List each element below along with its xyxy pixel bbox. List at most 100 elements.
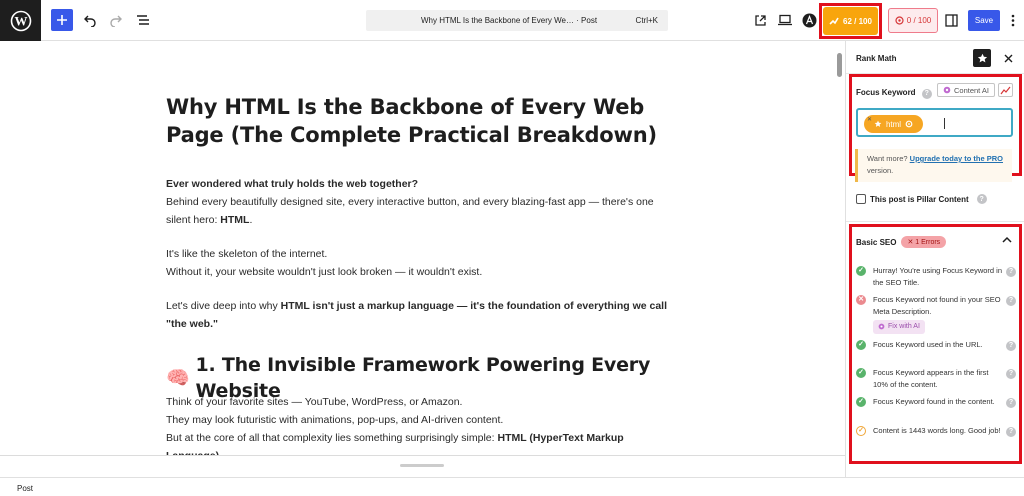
error-icon: ✕ xyxy=(856,295,866,305)
intro-bold: Ever wondered what truly holds the web t… xyxy=(166,178,419,190)
breadcrumb[interactable]: Post xyxy=(17,484,33,493)
fav-line-3: But at the core of all that complexity l… xyxy=(166,432,498,444)
notice-text: Want more? xyxy=(867,154,910,163)
desktop-icon xyxy=(778,14,792,26)
help-icon[interactable]: ? xyxy=(1006,296,1016,306)
paragraph-favorites[interactable]: Think of your favorite sites — YouTube, … xyxy=(166,393,676,455)
save-button[interactable]: Save xyxy=(968,10,1000,31)
content-ai-icon xyxy=(943,86,951,94)
fix-with-ai-label: Fix with AI xyxy=(888,323,920,330)
close-sidebar-button[interactable] xyxy=(1000,50,1016,66)
plus-icon xyxy=(57,15,67,25)
trend-chart-icon xyxy=(1000,86,1011,94)
seo-check-item: ✓ Content is 1443 words long. Good job! … xyxy=(856,425,1016,437)
remove-keyword-icon[interactable]: ✕ xyxy=(867,116,872,123)
preview-button[interactable] xyxy=(776,12,794,28)
document-overview-button[interactable] xyxy=(134,11,152,29)
skeleton-line-1: It's like the skeleton of the internet. xyxy=(166,248,328,260)
focus-keyword-label: Focus Keyword ? xyxy=(856,88,932,99)
keyword-text: html xyxy=(885,119,902,129)
upgrade-notice: Want more? Upgrade today to the PRO vers… xyxy=(855,149,1012,182)
paragraph-dive[interactable]: Let's dive deep into why HTML isn't just… xyxy=(166,297,676,333)
command-title: Why HTML Is the Backbone of Every We… · … xyxy=(421,16,598,25)
divider xyxy=(846,221,1024,222)
help-icon[interactable]: ? xyxy=(1006,341,1016,351)
redo-button[interactable] xyxy=(107,11,125,29)
focus-keyword-input[interactable]: ✕ html xyxy=(856,108,1013,137)
help-icon[interactable]: ? xyxy=(921,88,932,99)
editor-footer: Post xyxy=(0,477,1024,496)
chevron-up-icon[interactable] xyxy=(1001,234,1013,246)
add-block-button[interactable] xyxy=(51,9,73,31)
rankmath-sidebar: Rank Math Focus Keyword ? Content AI ✕ h… xyxy=(845,41,1024,477)
undo-icon xyxy=(84,15,96,27)
help-icon[interactable]: ? xyxy=(1006,398,1016,408)
content-ai-score-button[interactable]: 0 / 100 xyxy=(888,8,938,33)
editor-toolbar: W Why HTML Is the Backbone of Every We… … xyxy=(0,0,1024,41)
text-cursor xyxy=(944,118,945,129)
paragraph-skeleton[interactable]: It's like the skeleton of the internet. … xyxy=(166,245,676,281)
wordpress-logo-button[interactable]: W xyxy=(0,0,41,41)
upgrade-link[interactable]: Upgrade today to the PRO xyxy=(910,154,1003,163)
rankmath-icon xyxy=(829,17,839,25)
astra-settings-button[interactable] xyxy=(801,12,817,28)
content-ai-label: Content AI xyxy=(953,85,990,95)
check-text: Content is 1443 words long. Good job! xyxy=(873,426,1001,435)
basic-seo-label: Basic SEO xyxy=(856,237,897,247)
pillar-content-checkbox[interactable] xyxy=(856,194,866,204)
intro-hero: HTML xyxy=(220,214,250,226)
keyword-tag[interactable]: ✕ html xyxy=(864,115,923,133)
editor-scrollbar[interactable] xyxy=(837,53,842,77)
content-ai-score: 0 / 100 xyxy=(906,16,932,25)
check-icon: ✓ xyxy=(856,397,866,407)
svg-text:W: W xyxy=(14,13,27,28)
errors-badge: ✕ 1 Errors xyxy=(901,236,947,248)
pin-sidebar-button[interactable] xyxy=(973,49,991,67)
paragraph-intro[interactable]: Ever wondered what truly holds the web t… xyxy=(166,175,676,229)
sidebar-icon xyxy=(944,13,958,27)
help-icon[interactable]: ? xyxy=(1006,369,1016,379)
pillar-content-option[interactable]: This post is Pillar Content ? xyxy=(856,194,987,204)
sidebar-header: Rank Math xyxy=(846,41,1024,74)
editor-canvas[interactable]: Why HTML Is the Backbone of Every Web Pa… xyxy=(0,41,845,455)
pillar-content-label[interactable]: This post is Pillar Content xyxy=(870,195,969,204)
help-icon[interactable]: ? xyxy=(1006,267,1016,277)
content-ai-button[interactable]: Content AI xyxy=(937,83,995,97)
fav-line-1: Think of your favorite sites — YouTube, … xyxy=(166,396,463,408)
wordpress-icon: W xyxy=(10,10,31,31)
fav-line-2: They may look futuristic with animations… xyxy=(166,414,504,426)
seo-check-item: ✓ Focus Keyword found in the content. ? xyxy=(856,396,1016,408)
rankmath-score: 62 / 100 xyxy=(843,16,872,26)
post-title[interactable]: Why HTML Is the Backbone of Every Web Pa… xyxy=(166,93,666,149)
check-text: Focus Keyword appears in the first 10% o… xyxy=(873,368,989,389)
brain-icon: 🧠 xyxy=(166,367,190,389)
rankmath-score-button[interactable]: 62 / 100 xyxy=(823,7,878,35)
check-icon: ✓ xyxy=(856,266,866,276)
seo-check-item: ✓ Focus Keyword appears in the first 10%… xyxy=(856,367,1016,390)
command-shortcut: Ctrl+K xyxy=(635,16,658,25)
dive-text: Let's dive deep into why xyxy=(166,300,281,312)
close-icon xyxy=(1004,54,1012,62)
settings-sidebar-toggle[interactable] xyxy=(943,12,959,28)
gear-icon[interactable] xyxy=(905,120,913,128)
check-text: Hurray! You're using Focus Keyword in th… xyxy=(873,266,1002,287)
editor-resize-handle[interactable] xyxy=(0,455,845,477)
list-view-icon xyxy=(137,15,149,25)
warning-check-icon: ✓ xyxy=(856,426,866,436)
focus-keyword-text: Focus Keyword xyxy=(856,88,916,97)
star-icon xyxy=(874,120,882,127)
view-post-button[interactable] xyxy=(752,12,768,28)
seo-check-item: ✓ Hurray! You're using Focus Keyword in … xyxy=(856,265,1016,288)
undo-button[interactable] xyxy=(81,11,99,29)
trends-button[interactable] xyxy=(998,83,1013,97)
fix-with-ai-button[interactable]: Fix with AI xyxy=(873,320,925,334)
options-menu-button[interactable] xyxy=(1006,12,1020,28)
help-icon[interactable]: ? xyxy=(976,194,987,204)
basic-seo-header[interactable]: Basic SEO ✕ 1 Errors xyxy=(856,236,947,248)
resize-grip[interactable] xyxy=(400,464,444,467)
external-link-icon xyxy=(754,14,766,26)
help-icon[interactable]: ? xyxy=(1006,427,1016,437)
check-icon: ✓ xyxy=(856,368,866,378)
command-palette-button[interactable]: Why HTML Is the Backbone of Every We… · … xyxy=(366,10,668,31)
check-text: Focus Keyword used in the URL. xyxy=(873,340,983,349)
